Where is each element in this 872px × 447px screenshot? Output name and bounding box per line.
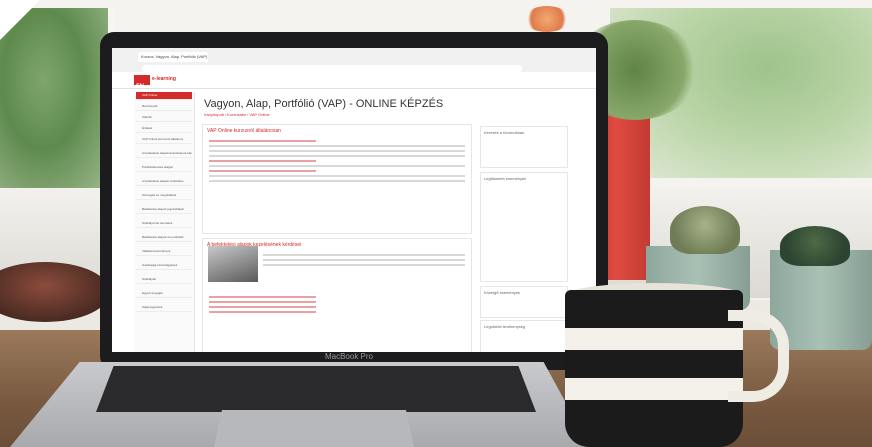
card-title: Keresés a fórumokban — [484, 130, 525, 135]
card-title: Legutóbbi tevékenység — [484, 324, 526, 329]
sidebar-item[interactable]: Portfóliókezelés alapjai — [136, 164, 192, 172]
side-card: Legfrissebb események — [480, 172, 568, 282]
sidebar-item[interactable]: A befektetési alapok működése — [136, 178, 192, 186]
sidebar-item[interactable]: Egyéb anyagok — [136, 290, 192, 298]
flower — [524, 6, 570, 32]
sidebar-item[interactable]: Befektetési alapok és portfóliók — [136, 234, 192, 242]
sidebar-item[interactable]: A befektetési alapok kezelésének kérdése… — [136, 150, 192, 158]
side-card: Keresés a fórumokban — [480, 126, 568, 168]
text-line — [209, 160, 317, 162]
laptop-screen: Kurzus: Vagyon, Alap, Portfólió (VAP) FN… — [112, 48, 596, 352]
text-line — [263, 259, 465, 261]
text-line — [209, 165, 465, 167]
side-card: Közelgő események — [480, 286, 568, 318]
cactus-small — [670, 206, 740, 254]
sidebar-item[interactable]: Gazdasági összefüggések — [136, 262, 192, 270]
card-title: Közelgő események — [484, 290, 521, 295]
page-corner — [0, 0, 40, 40]
text-line — [209, 145, 465, 147]
laptop-trackpad — [214, 410, 414, 447]
section-thumbnail[interactable] — [208, 246, 258, 282]
text-line — [263, 254, 465, 256]
sidebar-item[interactable]: Értékek — [136, 125, 192, 133]
sidebar-item[interactable]: Saját jegyzetek — [136, 304, 192, 312]
browser-tab[interactable]: Kurzus: Vagyon, Alap, Portfólió (VAP) — [138, 52, 208, 62]
mug-handle — [728, 310, 789, 402]
site-navbar — [112, 72, 596, 89]
site-logo[interactable]: FN — [134, 75, 150, 90]
text-line — [209, 180, 465, 182]
course-sidebar: VAP Online Résztvevők Kitűzők Értékek VA… — [134, 92, 195, 352]
sidebar-item[interactable]: Résztvevők — [136, 103, 192, 111]
text-line — [209, 140, 317, 142]
breadcrumb[interactable]: Irányítópult / Kurzusaim / VAP Online — [204, 112, 270, 117]
site-logo-text: FN — [136, 84, 144, 90]
sidebar-item[interactable]: Szövegek és megoldások — [136, 192, 192, 200]
cactus-large — [780, 226, 850, 266]
page-title: Vagyon, Alap, Portfólió (VAP) - ONLINE K… — [204, 98, 444, 110]
sidebar-item[interactable]: Szabálytár — [136, 276, 192, 284]
text-line — [209, 296, 317, 298]
sidebar-item[interactable]: Befektetési alapok jogszabályai — [136, 206, 192, 214]
striped-mug — [565, 290, 743, 447]
text-line — [209, 301, 317, 303]
card-title: Legfrissebb események — [484, 176, 527, 181]
text-line — [263, 264, 465, 266]
site-name: e-learning — [152, 76, 176, 82]
text-line — [209, 155, 465, 157]
url-bar[interactable] — [142, 65, 522, 72]
sidebar-item[interactable]: Vállalati tanulmányok — [136, 248, 192, 256]
laptop-keyboard — [96, 366, 536, 412]
sidebar-item[interactable]: Kitűzők — [136, 114, 192, 122]
course-section: VAP Online kurzusról általánosan — [202, 124, 472, 234]
mug-stripe — [565, 328, 743, 350]
text-line — [209, 170, 317, 172]
mug-stripe — [565, 378, 743, 400]
sidebar-item[interactable]: VAP Online — [136, 92, 192, 100]
side-card: Legutóbbi tevékenység — [480, 320, 568, 352]
sidebar-item[interactable]: Szabályozott termékek — [136, 220, 192, 228]
text-line — [209, 150, 465, 152]
text-line — [209, 306, 317, 308]
sidebar-item[interactable]: VAP Online kurzusról általános — [136, 136, 192, 144]
text-line — [209, 175, 465, 177]
section-title[interactable]: VAP Online kurzusról általánosan — [203, 125, 471, 137]
text-line — [209, 311, 317, 313]
